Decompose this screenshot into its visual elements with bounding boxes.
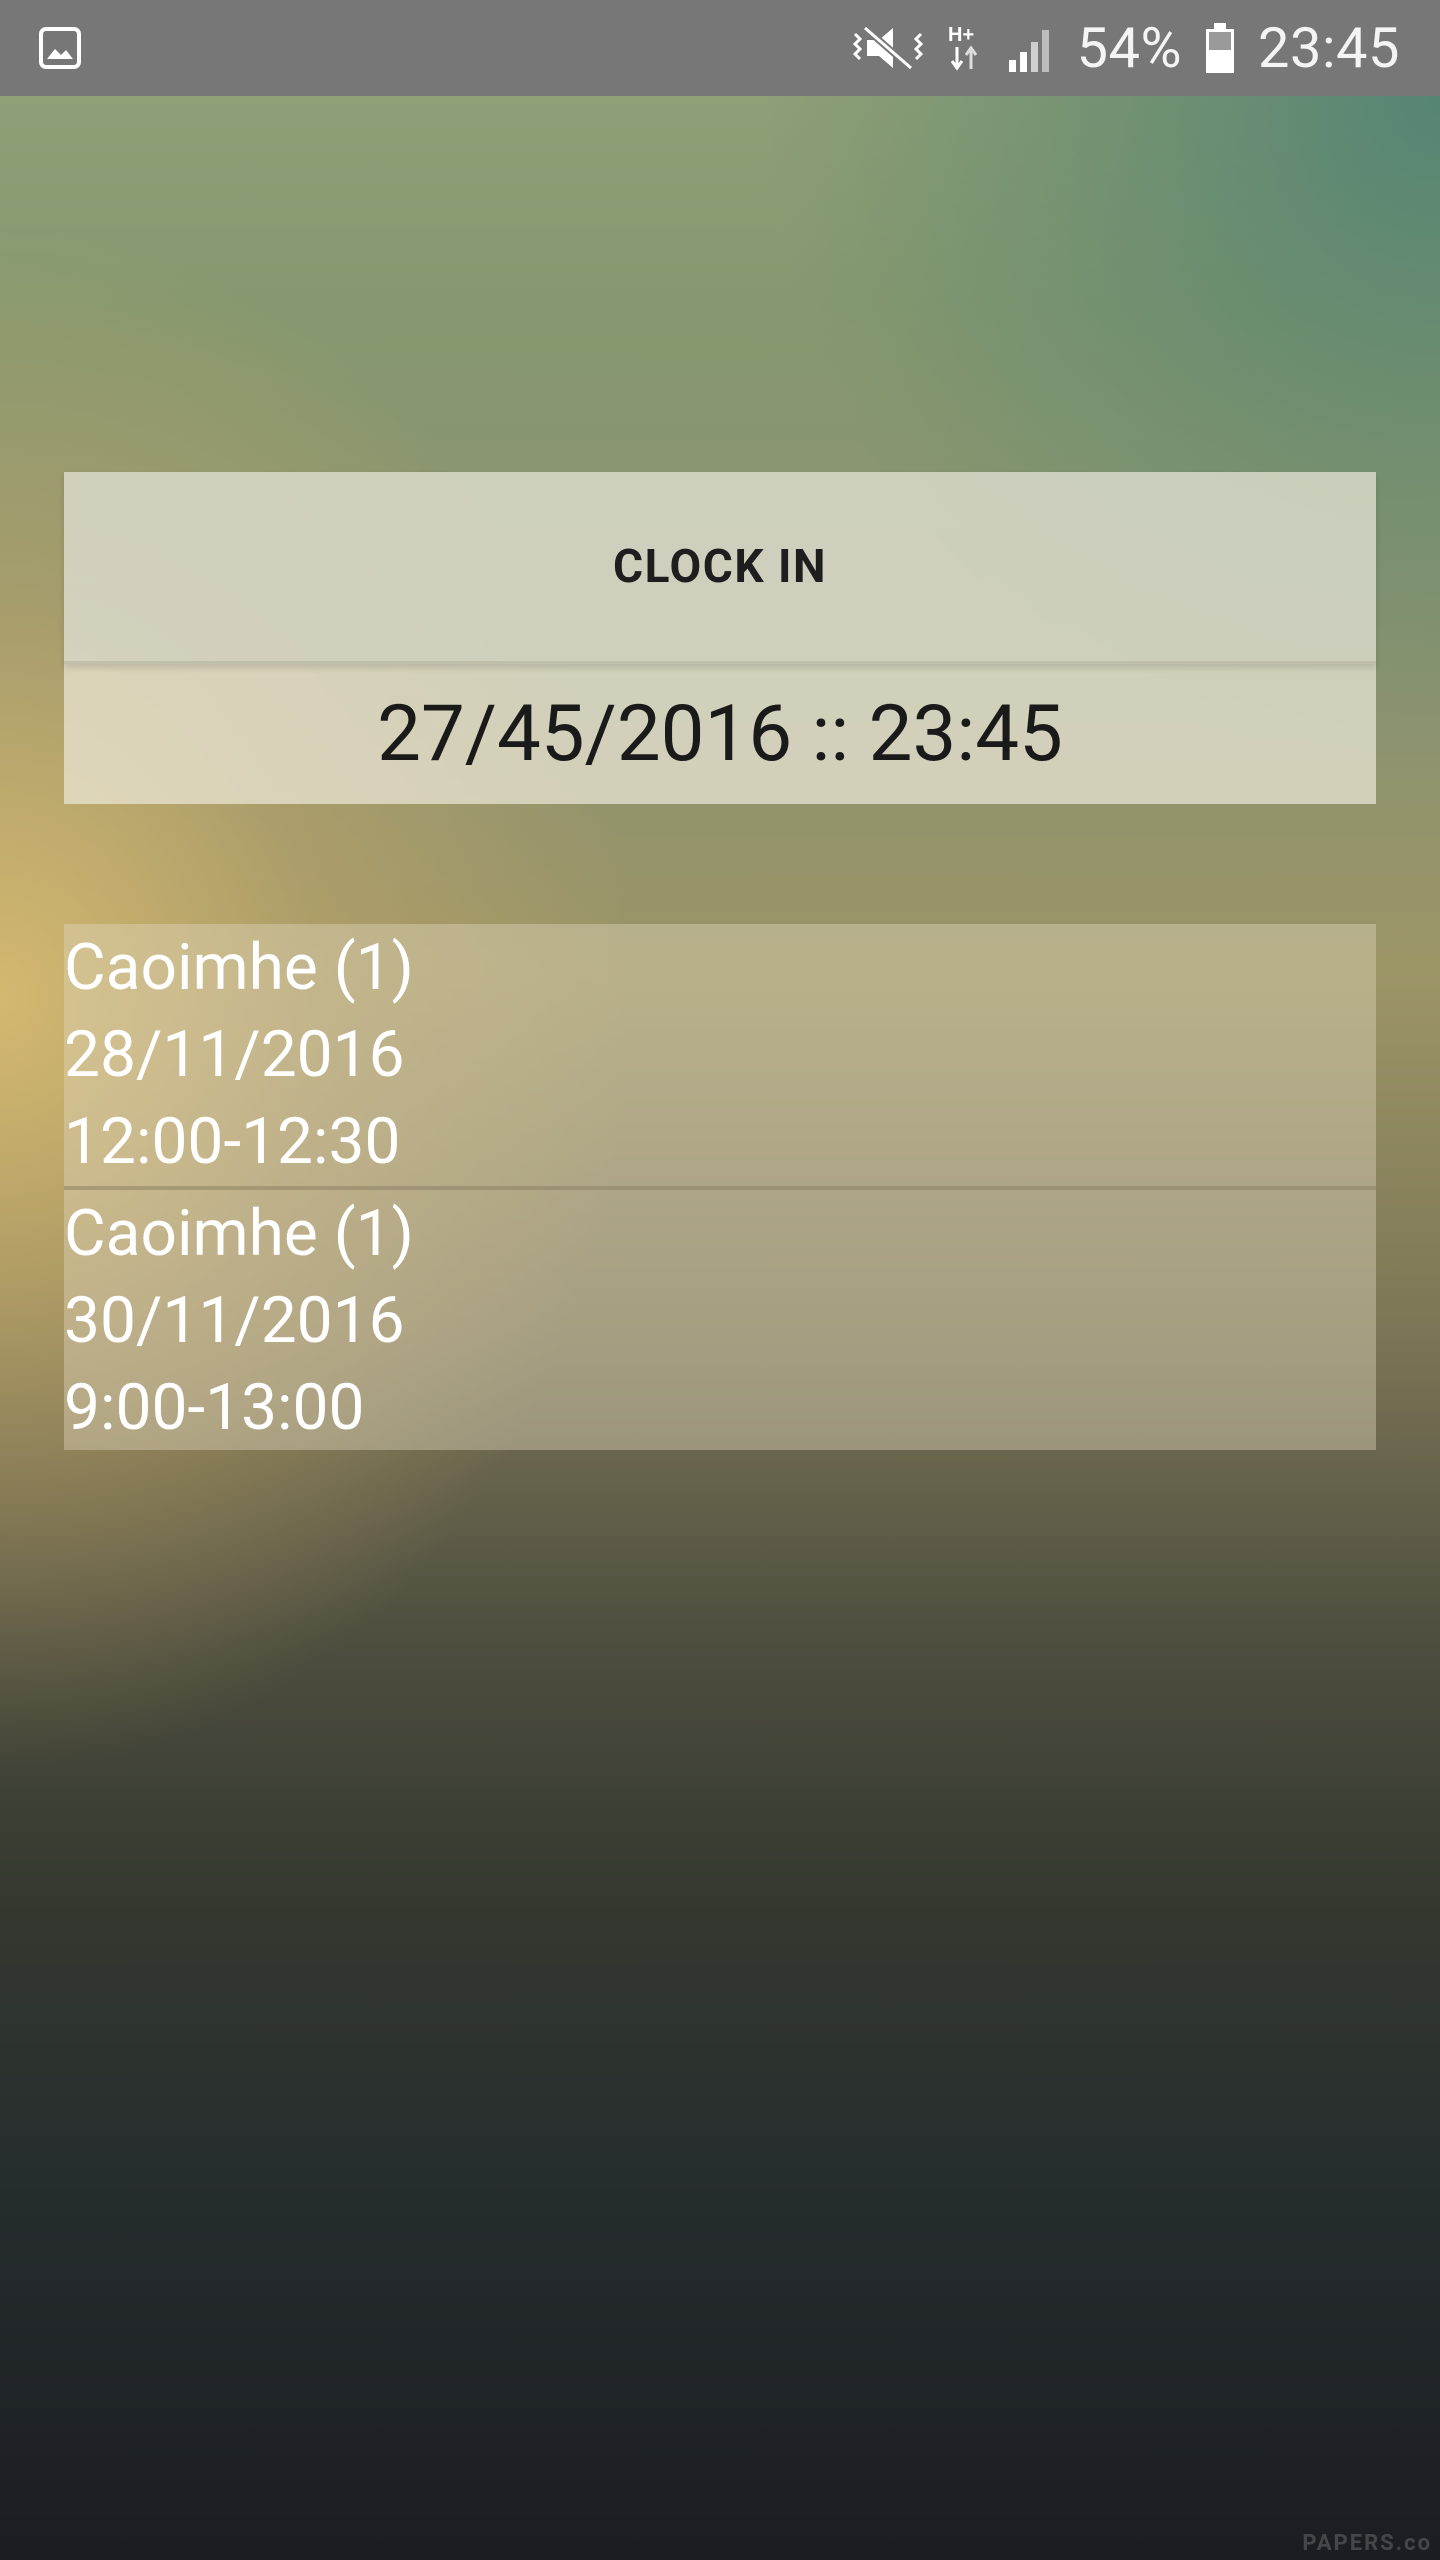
status-bar: H+ 54% 23:45 bbox=[0, 0, 1440, 96]
list-item[interactable]: Caoimhe (1) 30/11/2016 9:00-13:00 bbox=[64, 1186, 1376, 1450]
shift-time: 9:00-13:00 bbox=[64, 1370, 365, 1445]
watermark: PAPERS.co bbox=[1302, 2531, 1432, 2556]
shift-time: 12:00-12:30 bbox=[64, 1104, 401, 1179]
shift-date: 28/11/2016 bbox=[64, 1017, 405, 1092]
svg-text:H+: H+ bbox=[948, 24, 974, 46]
status-icons: H+ 54% 23:45 bbox=[851, 0, 1400, 96]
shift-date: 30/11/2016 bbox=[64, 1283, 405, 1358]
shift-list: Caoimhe (1) 28/11/2016 12:00-12:30 Caoim… bbox=[64, 924, 1376, 1450]
network-hplus-icon: H+ bbox=[947, 21, 985, 75]
clock-card: CLOCK IN 27/45/2016 :: 23:45 bbox=[64, 472, 1376, 804]
signal-icon bbox=[1007, 22, 1055, 74]
list-item[interactable]: Caoimhe (1) 28/11/2016 12:00-12:30 bbox=[64, 924, 1376, 1186]
battery-icon bbox=[1204, 21, 1236, 75]
clock-in-button[interactable]: CLOCK IN bbox=[64, 472, 1376, 664]
current-datetime: 27/45/2016 :: 23:45 bbox=[377, 688, 1063, 780]
shift-name: Caoimhe (1) bbox=[64, 1196, 414, 1271]
vibrate-mute-icon bbox=[851, 22, 925, 74]
image-icon bbox=[38, 26, 82, 70]
status-time: 23:45 bbox=[1258, 15, 1400, 81]
battery-percent: 54% bbox=[1076, 15, 1183, 81]
shift-name: Caoimhe (1) bbox=[64, 930, 414, 1005]
